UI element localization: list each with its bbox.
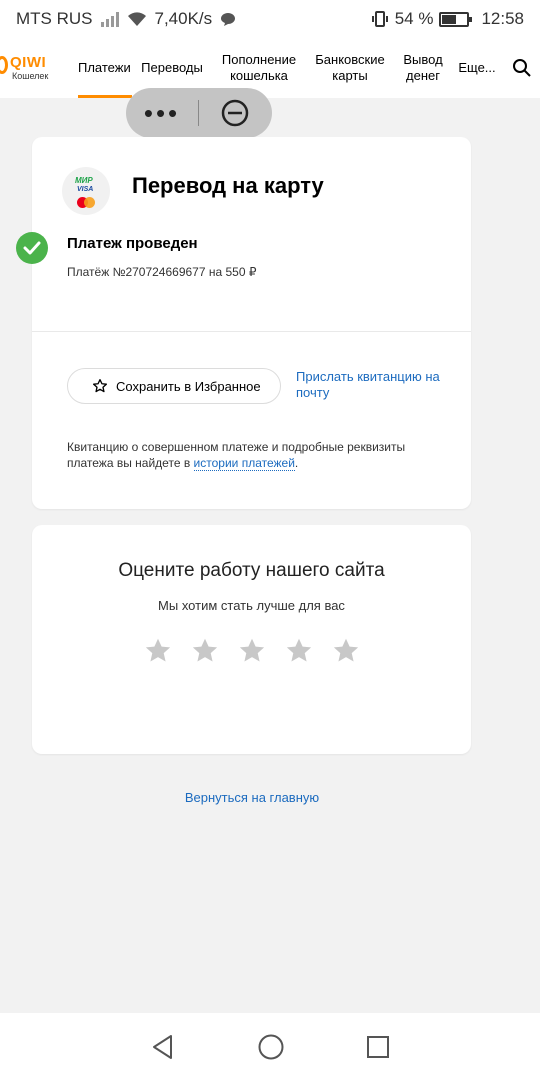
nav-item-more[interactable]: Еще... bbox=[452, 38, 502, 98]
signal-icon bbox=[100, 11, 119, 27]
star-outline-icon bbox=[93, 379, 107, 393]
minimize-button[interactable] bbox=[199, 98, 271, 128]
receipt-note: Квитанцию о совершенном платеже и подроб… bbox=[67, 440, 406, 471]
mir-logo: МИР bbox=[75, 176, 93, 185]
payment-details: Платёж №270724669677 на 550 ₽ bbox=[67, 265, 257, 279]
nav-item-bank-cards[interactable]: Банковские карты bbox=[306, 38, 394, 98]
back-to-home-link[interactable]: Вернуться на главную bbox=[0, 790, 504, 805]
logo-subtext: Кошелек bbox=[12, 71, 49, 81]
more-options-icon[interactable]: ••• bbox=[126, 88, 198, 138]
rating-subtitle: Мы хотим стать лучше для вас bbox=[158, 598, 345, 613]
page-title: Перевод на карту bbox=[132, 173, 324, 198]
rating-star-icon[interactable] bbox=[332, 637, 360, 665]
browser-floating-controls: ••• bbox=[126, 88, 272, 138]
vibrate-icon bbox=[371, 11, 388, 27]
visa-logo: VISA bbox=[77, 186, 94, 193]
minimize-icon bbox=[221, 99, 249, 127]
recent-apps-icon[interactable] bbox=[365, 1034, 391, 1060]
battery-percent: 54 % bbox=[394, 9, 434, 28]
payment-history-link[interactable]: истории платежей bbox=[193, 456, 295, 471]
success-check-icon bbox=[16, 232, 48, 264]
card-divider bbox=[32, 331, 471, 332]
rating-star-icon[interactable] bbox=[191, 637, 219, 665]
battery-icon bbox=[439, 11, 473, 27]
site-header: QIWI Кошелек Платежи Переводы Пополнение… bbox=[0, 38, 540, 98]
save-to-favorites-button[interactable]: Сохранить в Избранное bbox=[67, 368, 281, 404]
status-bar: MTS RUS 7,40K/s 54 % 12:58 bbox=[0, 0, 540, 38]
carrier-name: MTS RUS bbox=[16, 9, 93, 28]
network-speed: 7,40K/s bbox=[154, 9, 213, 28]
logo-text: QIWI bbox=[10, 54, 47, 71]
email-receipt-link[interactable]: Прислать квитанцию на почту bbox=[296, 369, 446, 401]
clock: 12:58 bbox=[481, 9, 524, 28]
rating-stars bbox=[32, 637, 471, 665]
nav-item-withdraw[interactable]: Вывод денег bbox=[394, 38, 452, 98]
payment-status: Платеж проведен bbox=[67, 235, 198, 252]
system-navigation-bar bbox=[0, 1013, 540, 1080]
mastercard-icon bbox=[77, 197, 95, 208]
rating-star-icon[interactable] bbox=[238, 637, 266, 665]
nav-item-payments[interactable]: Платежи bbox=[62, 38, 132, 98]
back-icon[interactable] bbox=[149, 1033, 177, 1061]
payment-result-card: МИР VISA Перевод на карту Платеж проведе… bbox=[16, 137, 471, 509]
save-to-favorites-label: Сохранить в Избранное bbox=[116, 378, 261, 394]
qiwi-logo[interactable]: QIWI Кошелек bbox=[0, 38, 62, 98]
rating-title: Оцените работу нашего сайта bbox=[118, 560, 385, 581]
chat-notification-icon bbox=[221, 12, 236, 26]
site-rating-card: Оцените работу нашего сайта Мы хотим ста… bbox=[32, 525, 471, 754]
rating-star-icon[interactable] bbox=[285, 637, 313, 665]
card-systems-logo: МИР VISA bbox=[62, 167, 110, 215]
wifi-icon bbox=[127, 12, 146, 26]
rating-star-icon[interactable] bbox=[144, 637, 172, 665]
home-icon[interactable] bbox=[257, 1033, 285, 1061]
qiwi-logo-mark bbox=[0, 56, 8, 74]
search-icon[interactable] bbox=[510, 56, 534, 80]
